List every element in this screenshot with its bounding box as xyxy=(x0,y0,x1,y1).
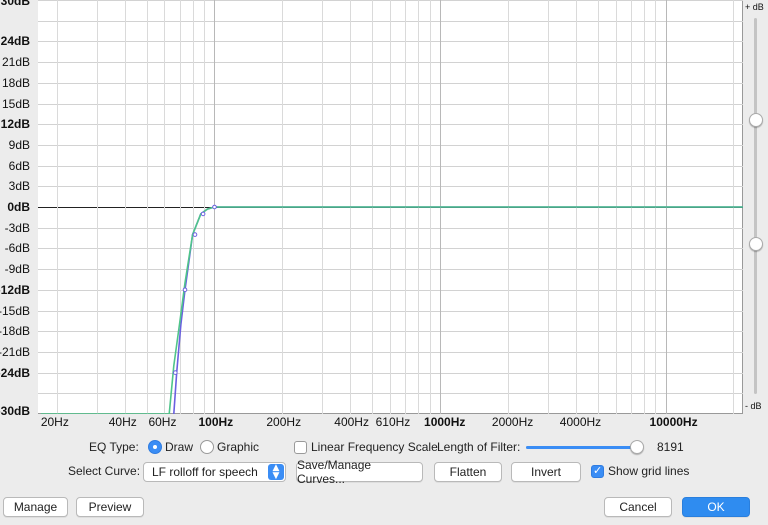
frequency-tick-label: 2000Hz xyxy=(491,415,534,429)
linear-frequency-scale-toggle[interactable]: Linear Frequency Scale xyxy=(294,440,438,454)
curve-control-point xyxy=(212,204,217,210)
cancel-button[interactable]: Cancel xyxy=(604,497,672,517)
eq-type-graphic[interactable]: Graphic xyxy=(200,440,259,454)
manage-button[interactable]: Manage xyxy=(3,497,68,517)
frequency-tick-label: 10000Hz xyxy=(649,415,698,429)
gain-slider-upper-knob[interactable] xyxy=(749,112,763,127)
select-curve-label: Select Curve: xyxy=(68,464,141,478)
save-manage-curves-button[interactable]: Save/Manage Curves... xyxy=(296,458,423,486)
db-tick-label: -30dB xyxy=(0,404,30,418)
db-tick-label: -9dB xyxy=(4,262,30,277)
db-tick-label: 18dB xyxy=(1,75,30,90)
frequency-tick-label: 400Hz xyxy=(334,415,369,429)
frequency-tick-label: 4000Hz xyxy=(559,415,602,429)
frequency-axis: 20Hz 40Hz 60Hz 100Hz 200Hz 400Hz 610Hz 1000Hz 20… xyxy=(38,414,743,430)
db-tick-label: 9dB xyxy=(8,137,30,152)
db-tick-label: 6dB xyxy=(8,158,30,173)
gain-slider[interactable]: + dB - dB xyxy=(743,0,768,414)
graphic-radio[interactable] xyxy=(200,440,214,454)
flatten-button[interactable]: Flatten xyxy=(434,462,502,482)
show-grid-lines-toggle[interactable]: Show grid lines xyxy=(591,464,689,478)
chevron-up-down-icon[interactable]: ▲ ▼ xyxy=(268,464,284,481)
select-curve-group: Select Curve: xyxy=(68,464,140,478)
linear-frequency-scale-label[interactable]: Linear Frequency Scale xyxy=(311,440,438,454)
frequency-tick-label: 1000Hz xyxy=(424,415,466,429)
eq-curve-line xyxy=(173,206,743,414)
curve-control-point xyxy=(182,287,188,293)
filter-length-group: Length of Filter: xyxy=(437,440,520,454)
frequency-tick-label: 100Hz xyxy=(198,415,234,429)
eq-response-line xyxy=(40,206,743,414)
frequency-tick-label: 40Hz xyxy=(108,415,137,429)
db-tick-label: -18dB xyxy=(0,324,30,339)
linear-frequency-scale-checkbox[interactable] xyxy=(294,440,307,454)
curve-control-point xyxy=(200,211,206,217)
curve-control-point xyxy=(192,232,198,237)
curve-select[interactable]: LF rolloff for speech ▲ ▼ xyxy=(143,462,286,482)
filter-length-value-box: 8191 xyxy=(657,440,684,454)
curve-select-value[interactable]: LF rolloff for speech xyxy=(152,465,258,479)
db-tick-label: 21dB xyxy=(1,55,30,70)
filter-length-value: 8191 xyxy=(657,440,684,454)
db-axis: 30dB 24dB 21dB 18dB 15dB 12dB 9dB 6dB 3dB 0dB -3dB… xyxy=(0,0,38,418)
db-tick-label: 12dB xyxy=(0,117,30,132)
db-tick-label: 0dB xyxy=(7,200,30,214)
filter-length-slider[interactable] xyxy=(526,446,638,449)
eq-type-label: EQ Type: xyxy=(89,440,139,454)
db-tick-label: 30dB xyxy=(0,0,30,8)
show-grid-lines-checkbox[interactable] xyxy=(591,464,604,478)
frequency-tick-label: 60Hz xyxy=(148,415,177,429)
eq-curve-plot[interactable] xyxy=(38,0,743,414)
gain-min-label: - dB xyxy=(745,401,762,411)
preview-button[interactable]: Preview xyxy=(76,497,144,517)
db-tick-label: -3dB xyxy=(4,220,30,235)
frequency-tick-label: 20Hz xyxy=(40,415,69,429)
show-grid-lines-label[interactable]: Show grid lines xyxy=(608,464,689,478)
gain-slider-lower-knob[interactable] xyxy=(749,236,763,251)
eq-type-draw[interactable]: Draw xyxy=(148,440,193,454)
draw-label[interactable]: Draw xyxy=(165,440,193,454)
db-tick-label: 3dB xyxy=(8,179,30,194)
db-tick-label: -12dB xyxy=(0,282,30,297)
filter-length-slider-knob[interactable] xyxy=(629,440,644,454)
draw-radio[interactable] xyxy=(148,440,162,454)
ok-button[interactable]: OK xyxy=(682,497,750,517)
frequency-tick-label: 610Hz xyxy=(375,415,411,429)
db-tick-label: -6dB xyxy=(4,241,30,256)
gain-slider-track[interactable] xyxy=(754,18,757,394)
db-tick-label: -24dB xyxy=(0,365,30,380)
gain-max-label: + dB xyxy=(745,2,764,12)
frequency-tick-label: 200Hz xyxy=(266,415,302,429)
filter-length-label: Length of Filter: xyxy=(437,440,521,454)
db-tick-label: 24dB xyxy=(0,34,30,49)
invert-button[interactable]: Invert xyxy=(511,462,581,482)
graphic-label[interactable]: Graphic xyxy=(217,440,259,454)
eq-curve-svg[interactable] xyxy=(38,0,743,414)
db-tick-label: -21dB xyxy=(0,344,30,359)
filter-length-slider-fill xyxy=(526,446,637,449)
curve-control-point xyxy=(173,370,178,375)
eq-type-group: EQ Type: xyxy=(89,440,139,454)
db-tick-label: 15dB xyxy=(1,96,30,111)
db-tick-label: -15dB xyxy=(0,303,30,318)
